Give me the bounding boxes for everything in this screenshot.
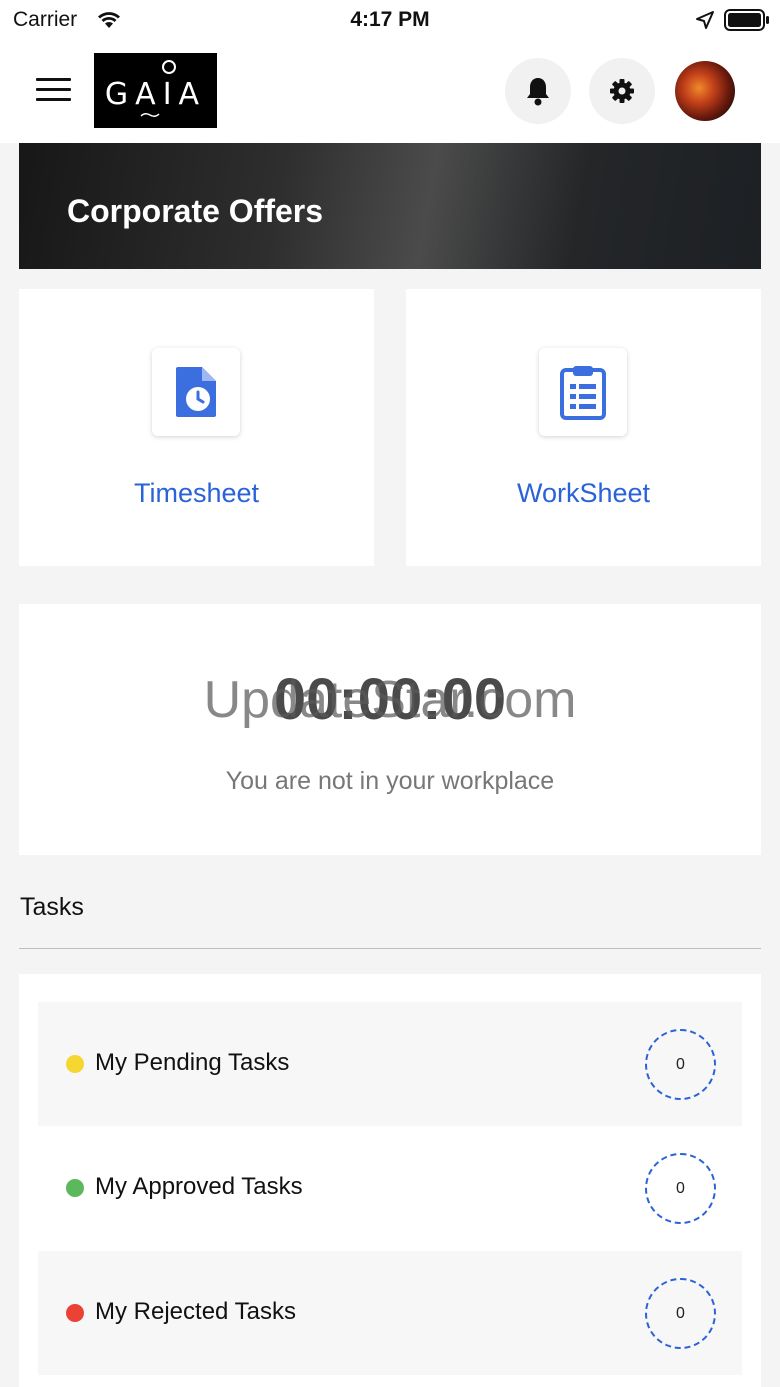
settings-button[interactable] bbox=[589, 58, 655, 124]
watermark: UpdateStar.com bbox=[203, 671, 577, 729]
bell-icon bbox=[527, 78, 549, 106]
app-header: GAIA bbox=[0, 44, 780, 143]
logo-text: GAIA bbox=[104, 77, 207, 112]
menu-icon[interactable] bbox=[36, 78, 71, 104]
task-label: My Pending Tasks bbox=[95, 1049, 290, 1076]
battery-icon bbox=[724, 9, 770, 36]
divider bbox=[19, 948, 761, 949]
task-count-badge: 0 bbox=[645, 1029, 716, 1100]
clock-time: 4:17 PM bbox=[350, 8, 430, 31]
clipboard-list-icon bbox=[539, 348, 627, 436]
timesheet-tile[interactable]: Timesheet bbox=[19, 289, 374, 566]
notifications-button[interactable] bbox=[505, 58, 571, 124]
status-dot-icon bbox=[66, 1179, 84, 1197]
corporate-offers-banner[interactable]: Corporate Offers bbox=[19, 143, 761, 269]
task-label: My Rejected Tasks bbox=[95, 1298, 296, 1325]
gear-icon bbox=[610, 79, 634, 103]
tasks-heading: Tasks bbox=[20, 893, 84, 921]
tasks-card: My Pending Tasks 0 My Approved Tasks 0 M… bbox=[19, 974, 761, 1387]
location-arrow-icon bbox=[695, 10, 715, 35]
timesheet-icon bbox=[152, 348, 240, 436]
worksheet-tile[interactable]: WorkSheet bbox=[406, 289, 761, 566]
task-count-badge: 0 bbox=[645, 1153, 716, 1224]
workplace-status-message: You are not in your workplace bbox=[225, 767, 555, 795]
status-bar: Carrier 4:17 PM bbox=[0, 0, 780, 44]
task-row-pending[interactable]: My Pending Tasks 0 bbox=[38, 1002, 742, 1126]
avatar[interactable] bbox=[675, 61, 735, 121]
task-row-rejected[interactable]: My Rejected Tasks 0 bbox=[38, 1251, 742, 1375]
banner-title: Corporate Offers bbox=[67, 193, 324, 229]
task-count-badge: 0 bbox=[645, 1278, 716, 1349]
status-dot-icon bbox=[66, 1304, 84, 1322]
gaia-logo[interactable]: GAIA bbox=[94, 53, 217, 128]
attendance-timer-card: 00:00:00 UpdateStar.com You are not in y… bbox=[19, 604, 761, 855]
timesheet-label: Timesheet bbox=[133, 478, 260, 508]
task-row-approved[interactable]: My Approved Tasks 0 bbox=[38, 1126, 742, 1250]
status-dot-icon bbox=[66, 1055, 84, 1073]
task-label: My Approved Tasks bbox=[95, 1173, 303, 1200]
worksheet-label: WorkSheet bbox=[516, 478, 651, 508]
